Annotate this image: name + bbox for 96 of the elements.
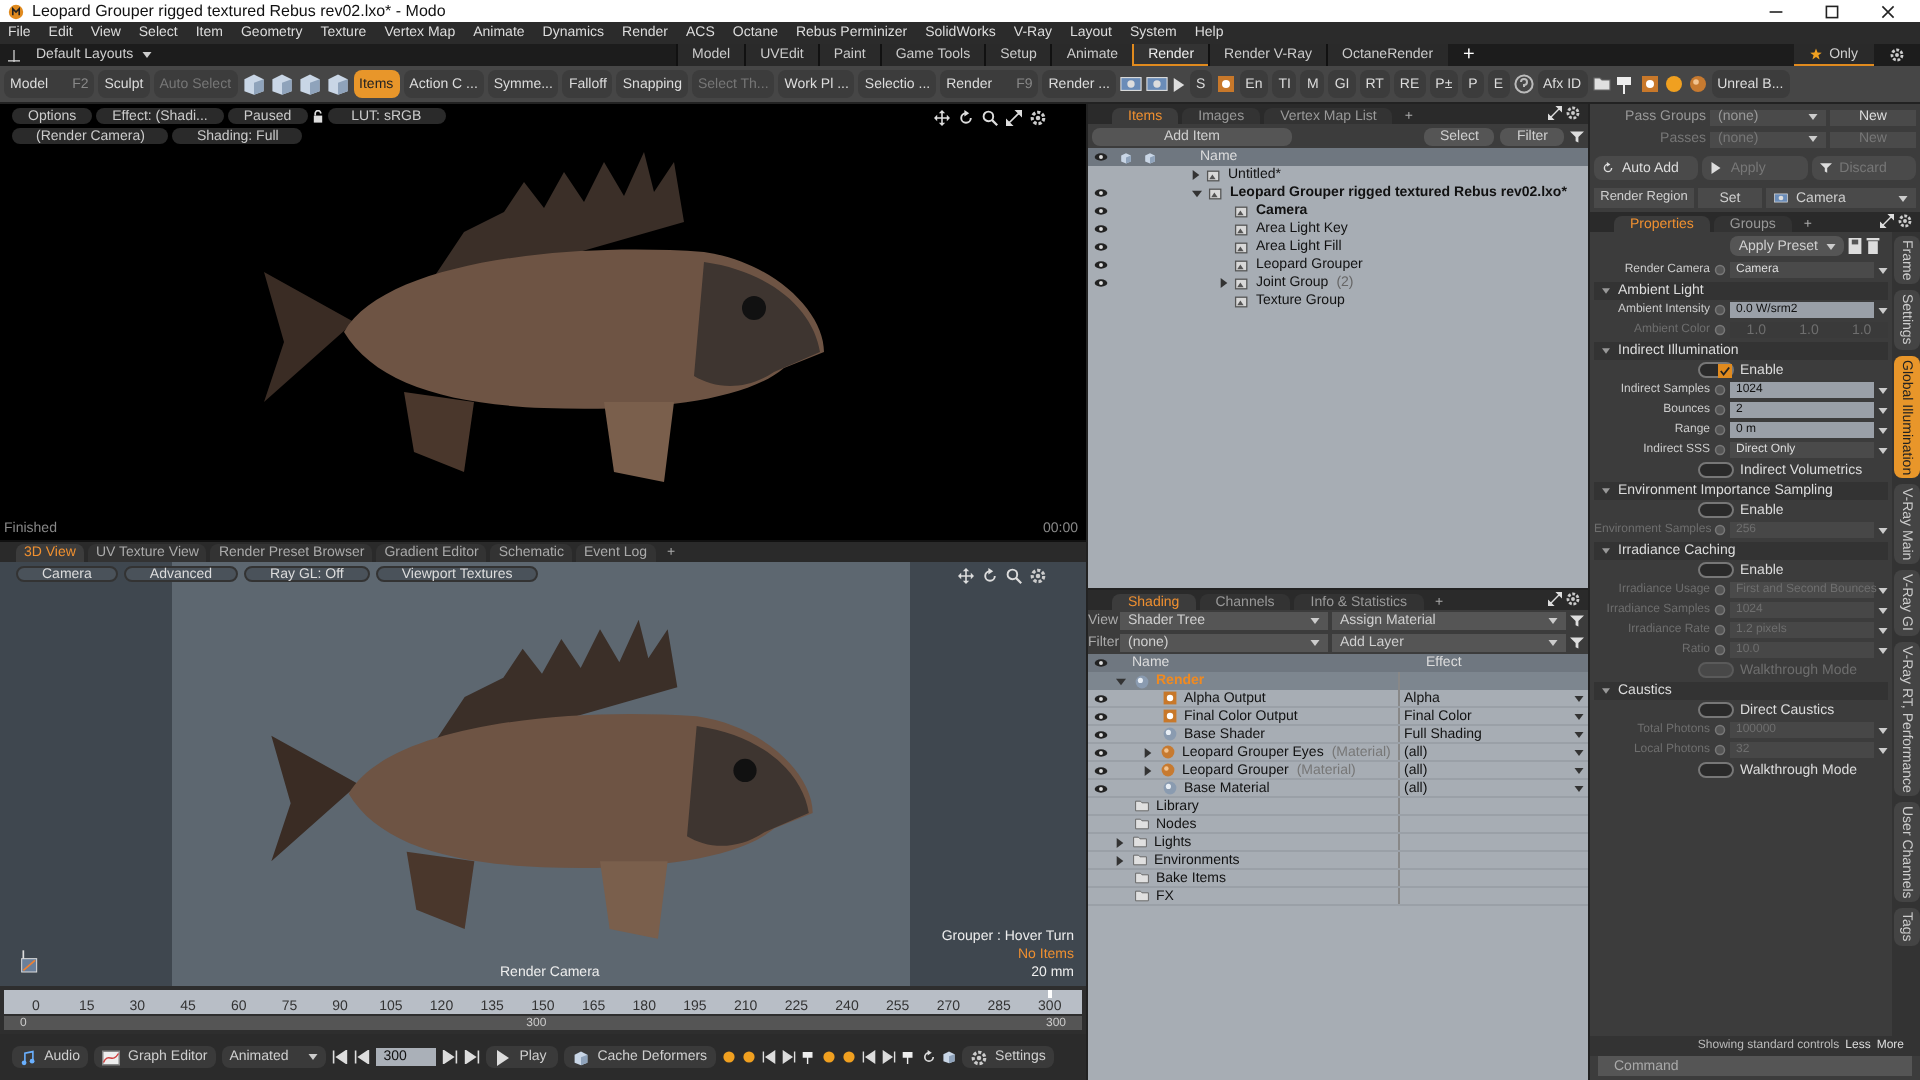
- caret-icon: [1602, 548, 1610, 554]
- caret-icon: [1878, 267, 1888, 273]
- skip-back-icon: [331, 1050, 348, 1064]
- caret-icon: [1602, 288, 1610, 294]
- visibility-column-icon: [1094, 152, 1108, 162]
- caret-icon: [1898, 195, 1908, 201]
- camera-icon: [1774, 192, 1788, 204]
- toggle-icon: [1714, 264, 1726, 276]
- checkbox[interactable]: [1698, 502, 1734, 518]
- caret-icon: [1878, 407, 1888, 413]
- render-column-icon: [1144, 151, 1156, 163]
- music-note-icon: [20, 1049, 37, 1065]
- cube-icon: [241, 72, 266, 96]
- expand-icon: [1880, 214, 1894, 228]
- caret-icon: [1878, 447, 1888, 453]
- caret-icon: [1548, 640, 1558, 646]
- caret-icon: [141, 52, 152, 58]
- settings-icon: [1890, 48, 1904, 62]
- caret-icon: [1548, 618, 1558, 624]
- caret-icon: [1878, 427, 1888, 433]
- caret-icon: [1574, 749, 1584, 755]
- move-icon: [958, 568, 974, 584]
- caret-icon: [1878, 627, 1888, 633]
- caret-icon: [1602, 348, 1610, 354]
- settings-icon: [1898, 214, 1912, 228]
- settings-icon: [1030, 110, 1046, 126]
- settings-icon: [1566, 106, 1580, 120]
- cube-icon: [571, 1049, 590, 1065]
- caret-icon: [1878, 307, 1888, 313]
- lock-icon: [311, 109, 324, 123]
- caret-icon: [1602, 488, 1610, 494]
- settings-icon: [1030, 568, 1046, 584]
- settings-icon: [1566, 592, 1580, 606]
- caret-icon: [1574, 785, 1584, 791]
- rotate-icon: [958, 110, 974, 126]
- caret-icon: [1878, 587, 1888, 593]
- caret-icon: [1878, 527, 1888, 533]
- caret-icon: [1574, 695, 1584, 701]
- caret-icon: [1826, 243, 1836, 249]
- settings-icon: [969, 1049, 988, 1065]
- expand-icon: [1548, 106, 1562, 120]
- window-title: Leopard Grouper rigged textured Rebus rev02.lxo* - Modo: [32, 3, 448, 19]
- camera-icon: [1120, 74, 1142, 94]
- cube-icon: [297, 72, 322, 96]
- play-icon: [493, 1049, 512, 1065]
- cube-icon: [941, 1050, 956, 1064]
- lock-column-icon: [1120, 151, 1132, 163]
- play-icon: [1172, 77, 1186, 91]
- caret-icon: [1602, 688, 1610, 694]
- search-icon: [1006, 568, 1022, 584]
- caret-icon: [1574, 713, 1584, 719]
- axis-gizmo-icon: [20, 950, 40, 974]
- caret-icon: [1808, 136, 1818, 142]
- trash-icon: [1866, 238, 1880, 254]
- graph-icon: [102, 1049, 120, 1065]
- expand-icon: [1006, 110, 1022, 126]
- caret-icon: [1574, 731, 1584, 737]
- toggle-icon: [1714, 524, 1726, 536]
- save-icon: [1848, 238, 1862, 254]
- caret-icon: [1310, 640, 1320, 646]
- caret-icon: [1878, 647, 1888, 653]
- caret-icon: [1878, 387, 1888, 393]
- checkbox[interactable]: [1698, 702, 1734, 718]
- rotate-icon: [921, 1050, 936, 1064]
- layer-icon: [1134, 673, 1150, 689]
- checkbox[interactable]: [1698, 462, 1734, 478]
- caret-icon: [1310, 618, 1320, 624]
- add-tab-button[interactable]: +: [1447, 45, 1491, 65]
- skip-forward-icon: [463, 1050, 480, 1064]
- move-icon: [934, 110, 950, 126]
- filter-icon: [1570, 129, 1584, 143]
- rotate-icon: [982, 568, 998, 584]
- tick-icon: [1718, 363, 1732, 377]
- close-icon: [1880, 3, 1896, 19]
- visibility-column-icon: [1094, 658, 1108, 668]
- help-icon: [1513, 74, 1534, 94]
- cube-icon: [325, 72, 350, 96]
- caret-icon: [1878, 727, 1888, 733]
- maximize-icon: [1824, 3, 1840, 19]
- checkbox[interactable]: [1698, 362, 1734, 378]
- expand-icon: [1548, 592, 1562, 606]
- search-icon: [982, 110, 998, 126]
- caret-icon: [1878, 607, 1888, 613]
- caret-icon: [307, 1054, 318, 1060]
- step-back-icon: [353, 1050, 370, 1064]
- checkbox[interactable]: [1698, 562, 1734, 578]
- pin-icon: [8, 49, 20, 61]
- star-icon: [1809, 48, 1822, 60]
- caret-icon: [1808, 114, 1818, 120]
- step-forward-icon: [441, 1050, 458, 1064]
- dot-icon: [821, 1050, 836, 1064]
- caret-icon: [1574, 767, 1584, 773]
- checkbox[interactable]: [1698, 762, 1734, 778]
- cube-icon: [269, 72, 294, 96]
- caret-icon: [1878, 747, 1888, 753]
- apply-icon: [1710, 162, 1723, 174]
